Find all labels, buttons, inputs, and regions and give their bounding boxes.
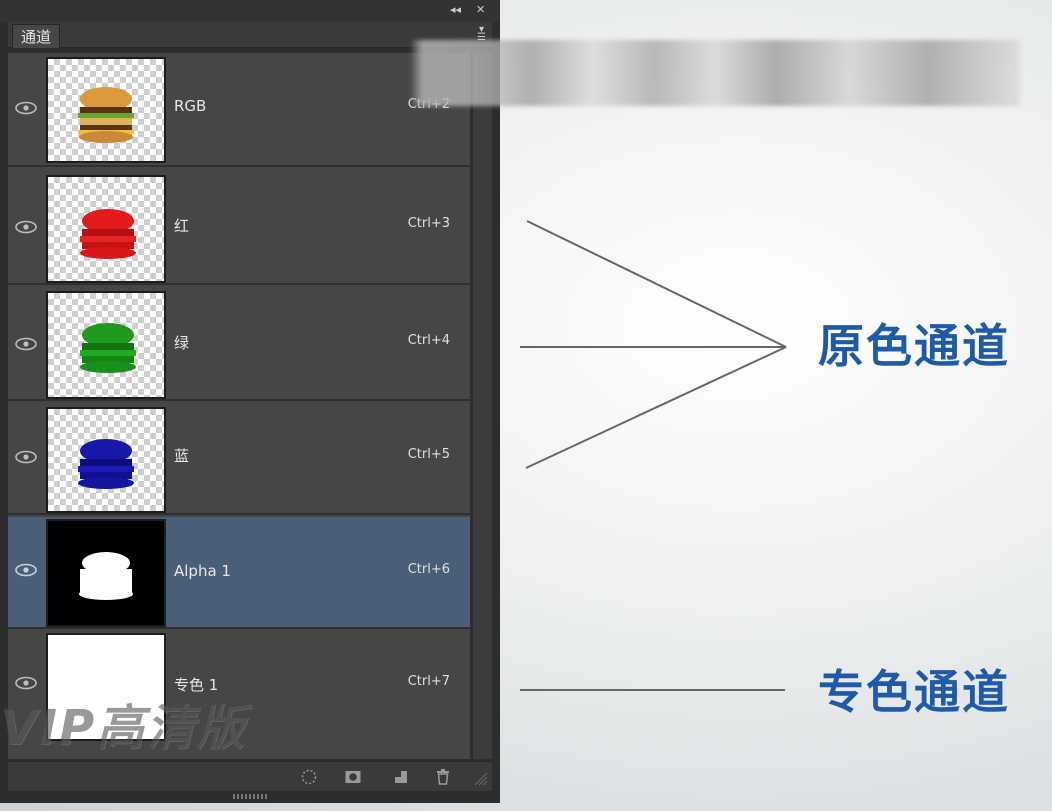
pointer-line-blue xyxy=(525,346,787,469)
spot-channel-label: 专色通道 xyxy=(818,665,1010,719)
primary-channels-label: 原色通道 xyxy=(818,319,1010,373)
watermark: VIP高清版 xyxy=(0,700,247,756)
pointer-line-red xyxy=(526,220,787,348)
